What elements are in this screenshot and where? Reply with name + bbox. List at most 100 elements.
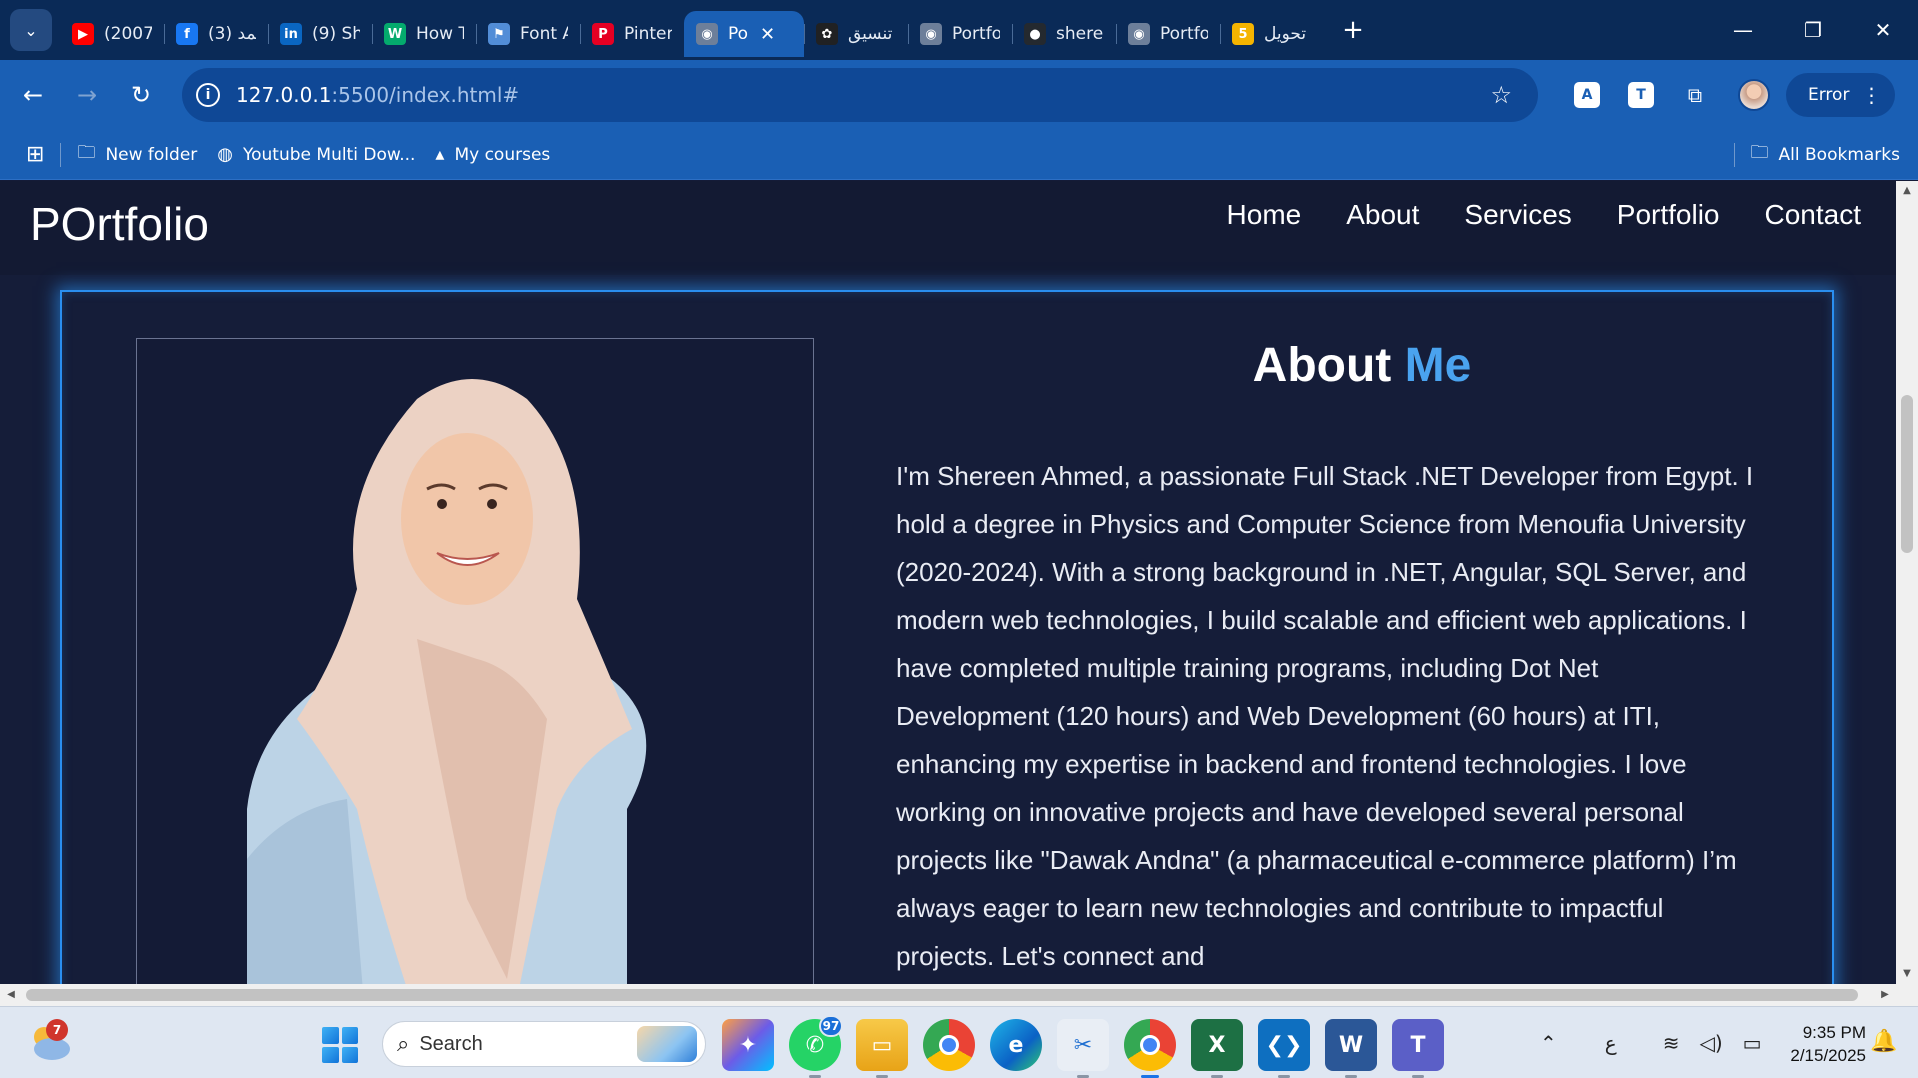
tab-title: (9) She xyxy=(312,24,360,44)
browser-tab[interactable]: ◉ Portfoli xyxy=(908,11,1012,57)
vertical-scroll-thumb[interactable] xyxy=(1901,395,1913,553)
browser-tab[interactable]: W How To xyxy=(372,11,476,57)
windows-logo-icon xyxy=(341,1027,358,1044)
close-tab-icon[interactable]: ✕ xyxy=(760,24,775,45)
browser-tab[interactable]: ● shereer xyxy=(1012,11,1116,57)
nav-link-about[interactable]: About xyxy=(1346,199,1419,231)
volume-icon[interactable]: ◁) xyxy=(1699,1031,1722,1055)
chevron-down-icon: ⌄ xyxy=(24,20,38,40)
taskbar-search[interactable]: ⌕ Search xyxy=(382,1021,706,1067)
nav-link-contact[interactable]: Contact xyxy=(1765,199,1862,231)
teams-app-icon[interactable]: T xyxy=(1392,1019,1444,1078)
browser-tab[interactable]: in (9) She xyxy=(268,11,372,57)
edge-app-icon[interactable]: e xyxy=(990,1019,1042,1071)
profile-avatar[interactable] xyxy=(1738,79,1770,111)
profile-error-button[interactable]: Error ⋮ xyxy=(1786,73,1896,117)
nav-link-portfolio[interactable]: Portfolio xyxy=(1617,199,1720,231)
browser-tab[interactable]: ⚑ Font Aw xyxy=(476,11,580,57)
minimize-button[interactable]: — xyxy=(1708,0,1778,60)
bookmark-label: New folder xyxy=(105,144,198,165)
youtube-icon: ▶ xyxy=(72,23,94,45)
tab-title: shereer xyxy=(1056,24,1104,44)
nav-link-services[interactable]: Services xyxy=(1464,199,1571,231)
vscode-app-icon[interactable]: ❮❯ xyxy=(1258,1019,1310,1078)
system-tray: ⌃ ع ≋ ◁) ▭ xyxy=(1530,1007,1772,1078)
about-paragraph: I'm Shereen Ahmed, a passionate Full Sta… xyxy=(896,461,1754,971)
input-language-indicator[interactable]: ع xyxy=(1605,1031,1617,1055)
site-header: POrtfolio Home About Services Portfolio Cont… xyxy=(0,181,1896,275)
site-info-icon[interactable]: i xyxy=(196,83,220,107)
snipping-tool-app-icon[interactable]: ✂ xyxy=(1057,1019,1109,1078)
tab-title: How To xyxy=(416,24,464,44)
excel-app-icon[interactable]: X xyxy=(1191,1019,1243,1078)
bookmark-item[interactable]: 🗀 New folder xyxy=(67,137,207,173)
url-text[interactable]: 127.0.0.1:5500/index.html# xyxy=(236,83,519,107)
facebook-icon: f xyxy=(176,23,198,45)
globe-icon: ◉ xyxy=(920,23,942,45)
word-app-icon[interactable]: W xyxy=(1325,1019,1377,1078)
tab-title: (2007) xyxy=(104,24,152,44)
horizontal-scroll-thumb[interactable] xyxy=(26,989,1858,1001)
scroll-right-arrow-icon[interactable]: ▶ xyxy=(1874,984,1896,1006)
apps-grid-button[interactable]: ⊞ xyxy=(16,137,54,173)
back-button[interactable]: ← xyxy=(6,68,60,122)
chrome-app-icon[interactable] xyxy=(923,1019,975,1071)
scroll-left-arrow-icon[interactable]: ◀ xyxy=(0,984,22,1006)
tab-search-button[interactable]: ⌄ xyxy=(10,9,52,51)
whatsapp-badge: 97 xyxy=(819,1015,843,1037)
all-bookmarks-button[interactable]: 🗀 All Bookmarks xyxy=(1741,137,1910,173)
tab-title: تحويل xyxy=(1264,24,1307,44)
browser-tab[interactable]: f (3) المد xyxy=(164,11,268,57)
browser-tab[interactable]: P Pintere xyxy=(580,11,684,57)
taskbar-clock[interactable]: 9:35 PM 2/15/2025 xyxy=(1766,1021,1866,1067)
extension-t-icon[interactable]: T xyxy=(1614,68,1668,122)
github-icon: ● xyxy=(1024,23,1046,45)
vertical-scrollbar[interactable]: ▲ ▼ xyxy=(1896,181,1918,984)
browser-tab[interactable]: ◉ Po ✕ xyxy=(684,11,804,57)
horizontal-scrollbar[interactable]: ◀ ▶ xyxy=(0,984,1918,1006)
copilot-app-icon[interactable]: ✦ xyxy=(722,1019,774,1071)
file-explorer-app-icon[interactable]: ▭ xyxy=(856,1019,908,1078)
notification-bell-icon[interactable]: 🔔 xyxy=(1866,1029,1902,1059)
restore-button[interactable]: ❐ xyxy=(1778,0,1848,60)
about-section: About Me I'm Shereen Ahmed, a passionate… xyxy=(60,290,1834,984)
taskbar-apps: ✦ ✆ 97 ▭ e ✂ X ❮❯ W T xyxy=(722,1015,1459,1078)
close-window-button[interactable]: ✕ xyxy=(1848,0,1918,60)
forward-button[interactable]: → xyxy=(60,68,114,122)
bookmark-item[interactable]: ◍ Youtube Multi Dow... xyxy=(207,137,425,173)
scroll-down-arrow-icon[interactable]: ▼ xyxy=(1896,964,1918,984)
new-tab-button[interactable]: + xyxy=(1338,15,1368,45)
wifi-icon[interactable]: ≋ xyxy=(1663,1031,1680,1055)
weather-badge: 7 xyxy=(46,1019,68,1041)
all-bookmarks[interactable]: 🗀 All Bookmarks xyxy=(1728,137,1910,173)
nav-link-home[interactable]: Home xyxy=(1227,199,1302,231)
browser-toolbar: ← → ↻ i 127.0.0.1:5500/index.html# ☆ A T… xyxy=(0,60,1918,130)
profile-error-label: Error xyxy=(1808,85,1850,105)
browser-tab[interactable]: 5 تحويل xyxy=(1220,11,1324,57)
bookmark-star-icon[interactable]: ☆ xyxy=(1490,81,1512,109)
start-button[interactable] xyxy=(322,1027,358,1063)
windows-logo-icon xyxy=(322,1027,339,1044)
browser-tab[interactable]: ◉ Portfoli xyxy=(1116,11,1220,57)
address-bar[interactable]: i 127.0.0.1:5500/index.html# ☆ xyxy=(182,68,1538,122)
browser-tab[interactable]: ✿ تنسيق xyxy=(804,11,908,57)
tab-title: تنسيق xyxy=(848,24,893,44)
extension-translate-icon[interactable]: A xyxy=(1560,68,1614,122)
chrome-profile-app-icon[interactable] xyxy=(1124,1019,1176,1078)
tab-title: Pintere xyxy=(624,24,672,44)
site-logo[interactable]: POrtfolio xyxy=(30,197,209,251)
triangle-icon: ▴ xyxy=(435,144,445,165)
chrome-center-icon xyxy=(939,1035,959,1055)
fontawesome-flag-icon: ⚑ xyxy=(488,23,510,45)
scroll-up-arrow-icon[interactable]: ▲ xyxy=(1896,181,1918,201)
reload-button[interactable]: ↻ xyxy=(114,68,168,122)
whatsapp-app-icon[interactable]: ✆ 97 xyxy=(789,1015,843,1078)
bookmark-item[interactable]: ▴ My courses xyxy=(425,137,560,173)
chrome-center-icon xyxy=(1140,1035,1160,1055)
extensions-puzzle-icon[interactable]: ⧉ xyxy=(1668,68,1722,122)
browser-tab[interactable]: ▶ (2007) xyxy=(60,11,164,57)
battery-icon[interactable]: ▭ xyxy=(1743,1031,1762,1055)
tab-title: Portfoli xyxy=(1160,24,1208,44)
search-highlight-image xyxy=(637,1026,697,1062)
chevron-up-icon[interactable]: ⌃ xyxy=(1540,1031,1557,1055)
